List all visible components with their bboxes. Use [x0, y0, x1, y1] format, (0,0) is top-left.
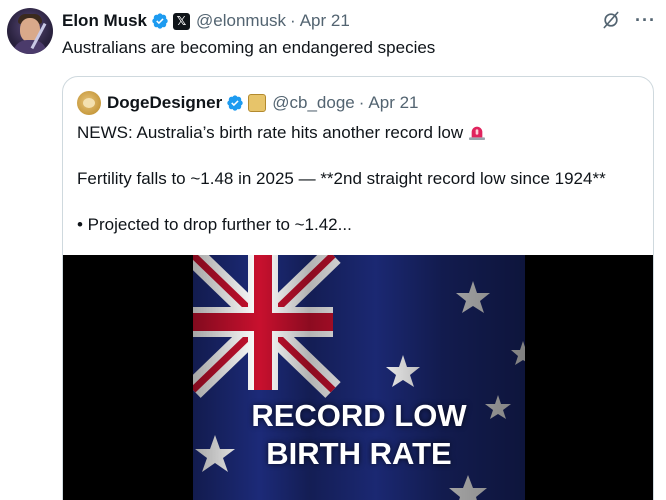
tweet-header: Elon Musk 𝕏 @elonmusk · Apr 21 — [62, 10, 350, 32]
quoted-date-separator: · — [358, 93, 365, 112]
tweet-top-actions: ··· — [601, 10, 656, 30]
media-overlay-line-2: BIRTH RATE — [266, 436, 452, 471]
date-separator: · — [290, 11, 296, 30]
siren-emoji-icon — [469, 126, 486, 140]
quoted-verified-badge-icon[interactable] — [226, 94, 244, 112]
author-name[interactable]: Elon Musk — [62, 11, 147, 31]
quoted-author-avatar[interactable] — [77, 91, 101, 115]
quoted-media[interactable]: RECORD LOW BIRTH RATE — [63, 255, 653, 500]
quoted-text-line-2: Fertility falls to ~1.48 in 2025 — **2nd… — [77, 169, 606, 188]
quoted-tweet-date[interactable]: Apr 21 — [368, 93, 418, 113]
author-handle[interactable]: @elonmusk — [196, 11, 286, 31]
verified-badge-icon[interactable] — [151, 12, 169, 30]
media-overlay-line-1: RECORD LOW — [251, 398, 467, 433]
quoted-author-name[interactable]: DogeDesigner — [107, 93, 222, 113]
x-logo-icon: 𝕏 — [173, 12, 191, 30]
quoted-text-line-1: NEWS: Australia’s birth rate hits anothe… — [77, 123, 486, 143]
quoted-news-headline: NEWS: Australia’s birth rate hits anothe… — [77, 123, 464, 142]
affiliate-badge-icon — [248, 94, 267, 112]
quoted-tweet[interactable]: DogeDesigner @cb_doge · Apr 21 NEWS: Aus… — [62, 76, 654, 500]
grok-icon[interactable] — [601, 10, 621, 30]
quoted-text-line-3: • Projected to drop further to ~1.42... — [77, 215, 352, 234]
quoted-tweet-header: DogeDesigner @cb_doge · Apr 21 — [77, 91, 419, 115]
more-options-icon[interactable]: ··· — [635, 11, 656, 29]
author-avatar[interactable] — [7, 8, 53, 54]
quoted-author-handle[interactable]: @cb_doge — [272, 93, 355, 113]
tweet-date[interactable]: Apr 21 — [300, 11, 350, 31]
tweet-text: Australians are becoming an endangered s… — [62, 38, 436, 57]
